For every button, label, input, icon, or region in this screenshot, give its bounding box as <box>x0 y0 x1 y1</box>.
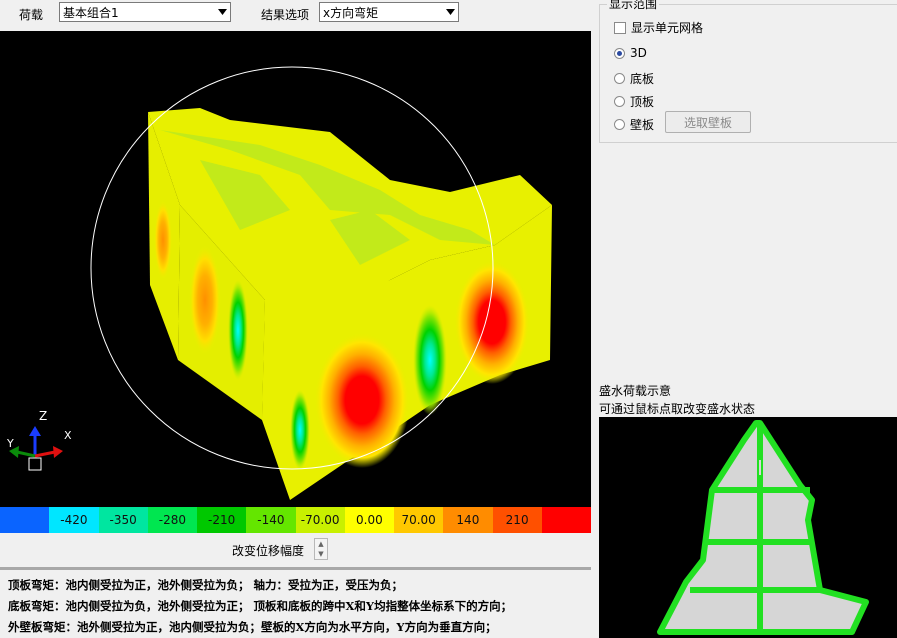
note-wall: 外壁板弯矩：池外侧受拉为正，池内侧受拉为负；壁板的X方向为水平方向，Y方向为垂直… <box>8 620 497 634</box>
water-load-diagram[interactable] <box>599 417 897 638</box>
color-scale-segment: -70.00 <box>295 507 345 533</box>
color-scale-segment <box>0 507 50 533</box>
result-options-label: 结果选项 <box>261 8 310 22</box>
axis-x-label: X <box>64 429 72 442</box>
load-combo-value: 基本组合1 <box>63 5 119 20</box>
axis-y-label: Y <box>7 437 14 450</box>
displacement-spinner[interactable]: ▲ ▼ <box>314 538 328 560</box>
radio-top-slab[interactable]: 顶板 <box>614 93 654 110</box>
show-mesh-checkbox[interactable]: 显示单元网格 <box>614 19 703 36</box>
radio-icon[interactable] <box>614 73 625 84</box>
axis-z-label: Z <box>39 409 48 423</box>
color-scale-segment: 210 <box>492 507 542 533</box>
sign-convention-notes: 顶板弯矩：池内侧受拉为正，池外侧受拉为负； 轴力：受拉为正，受压为负； 底板弯矩… <box>8 575 593 638</box>
load-combo[interactable]: 基本组合1 <box>59 2 231 22</box>
color-scale-segment: 0.00 <box>344 507 394 533</box>
result-combo-value: x方向弯矩 <box>323 5 379 20</box>
displacement-amplitude-label: 改变位移幅度 <box>232 544 305 558</box>
contour-model <box>90 66 552 500</box>
color-scale-segment: 140 <box>443 507 493 533</box>
radio-wall[interactable]: 壁板 <box>614 116 654 133</box>
color-scale-segment: -350 <box>98 507 148 533</box>
radio-icon[interactable] <box>614 96 625 107</box>
radio-top-slab-label: 顶板 <box>630 95 655 109</box>
checkbox-icon[interactable] <box>614 21 626 34</box>
water-load-title: 盛水荷载示意 <box>599 384 672 398</box>
display-range-title: 显示范围 <box>607 0 660 12</box>
note-bottom-slab: 底板弯矩：池内侧受拉为负，池外侧受拉为正； 顶板和底板的跨中X和Y均指整体坐标系… <box>8 599 513 613</box>
color-scale-segment: -210 <box>197 507 247 533</box>
chevron-down-icon[interactable] <box>214 3 230 21</box>
spin-up-icon[interactable]: ▲ <box>315 539 327 549</box>
spin-down-icon[interactable]: ▼ <box>315 549 327 559</box>
note-top-slab: 顶板弯矩：池内侧受拉为正，池外侧受拉为负； 轴力：受拉为正，受压为负； <box>8 578 403 592</box>
select-wall-button[interactable]: 选取壁板 <box>665 111 751 133</box>
load-label: 荷载 <box>19 8 44 22</box>
radio-bottom-slab[interactable]: 底板 <box>614 70 654 87</box>
color-scale-segment: -280 <box>147 507 197 533</box>
color-scale-bar: -420 -350 -280 -210 -140 -70.00 0.00 70.00 140 21… <box>0 507 591 533</box>
chevron-down-icon[interactable] <box>442 3 458 21</box>
3d-viewport[interactable]: Z X Y <box>0 31 591 507</box>
divider <box>0 567 591 570</box>
show-mesh-label: 显示单元网格 <box>631 21 704 35</box>
water-load-hint: 可通过鼠标点取改变盛水状态 <box>599 402 756 416</box>
radio-wall-label: 壁板 <box>630 118 655 132</box>
radio-icon[interactable] <box>614 119 625 130</box>
tank-plan-diagram[interactable] <box>599 417 897 638</box>
radio-3d[interactable]: 3D <box>614 46 647 60</box>
result-options-combo[interactable]: x方向弯矩 <box>319 2 459 22</box>
color-scale-segment: -140 <box>246 507 296 533</box>
radio-3d-label: 3D <box>630 46 647 60</box>
radio-selected-icon[interactable] <box>614 47 625 59</box>
color-scale-segment <box>541 507 591 533</box>
radio-bottom-slab-label: 底板 <box>630 72 655 86</box>
color-scale-segment: -420 <box>49 507 99 533</box>
color-scale-segment: 70.00 <box>394 507 444 533</box>
